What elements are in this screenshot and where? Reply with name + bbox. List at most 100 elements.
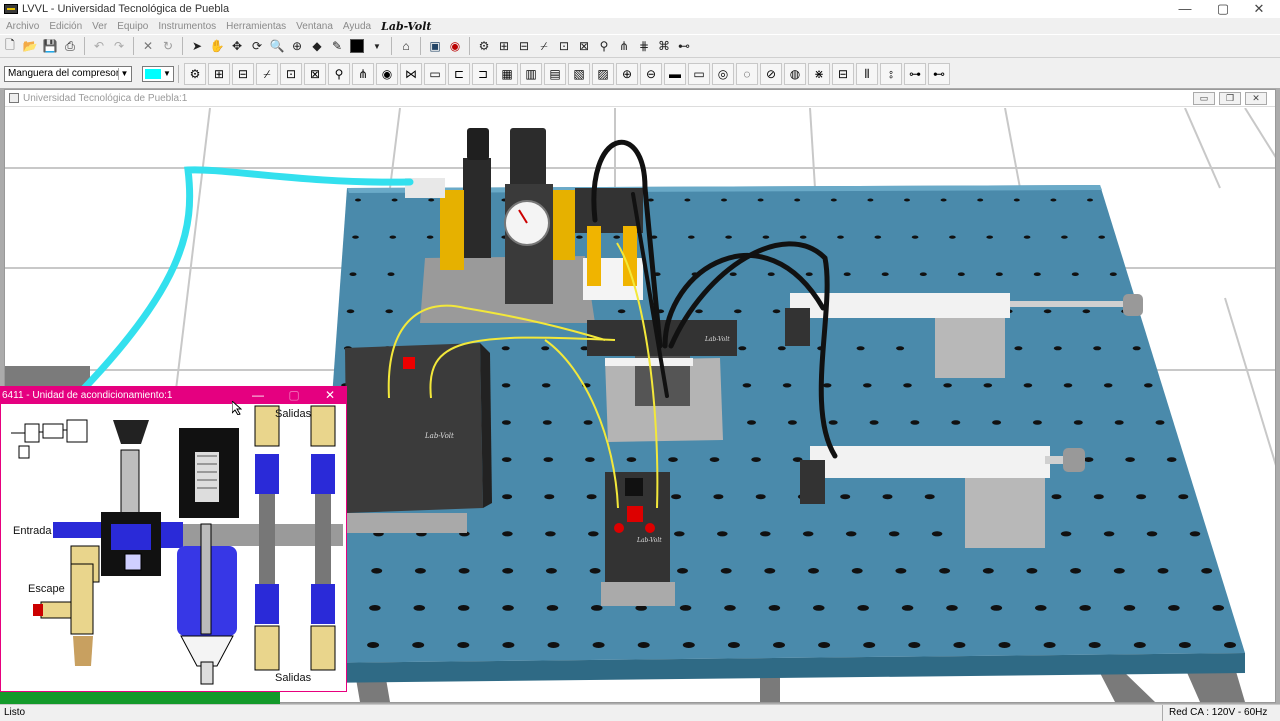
menu-equipo[interactable]: Equipo [117, 21, 148, 32]
workbench-hole [695, 309, 703, 314]
valve-icon[interactable]: ⌿ [535, 37, 553, 55]
workbench-hole [1212, 605, 1225, 611]
valve-icon[interactable]: ⚙ [475, 37, 493, 55]
print-icon[interactable]: ⎙ [61, 37, 79, 55]
component-icon[interactable]: ◌ [736, 63, 758, 85]
component-icon[interactable]: ◍ [784, 63, 806, 85]
panel-title: 6411 - Unidad de acondicionamiento:1 [2, 390, 173, 401]
component-icon[interactable]: ⊞ [208, 63, 230, 85]
workbench-hole [908, 642, 921, 648]
hose-color-select[interactable]: ▼ [142, 66, 174, 82]
menu-ver[interactable]: Ver [92, 21, 107, 32]
component-icon[interactable]: ⊐ [472, 63, 494, 85]
valve-icon[interactable]: ⊞ [495, 37, 513, 55]
valve-icon[interactable]: ⚲ [595, 37, 613, 55]
workbench-hole [768, 605, 781, 611]
workbench-hole [541, 383, 551, 388]
component-icon[interactable]: ⦀ [856, 63, 878, 85]
valve-icon[interactable]: ⊟ [515, 37, 533, 55]
component-icon[interactable]: ⚙ [184, 63, 206, 85]
component-icon[interactable]: ⊕ [616, 63, 638, 85]
doc-close-button[interactable]: ✕ [1245, 92, 1267, 105]
component-icon[interactable]: ▧ [568, 63, 590, 85]
component-icon[interactable]: ▤ [544, 63, 566, 85]
valve-icon[interactable]: ⌘ [655, 37, 673, 55]
undo-icon[interactable]: ↶ [90, 37, 108, 55]
redo-icon[interactable]: ↷ [110, 37, 128, 55]
color-picker[interactable] [348, 37, 366, 55]
pan-icon[interactable]: ✥ [228, 37, 246, 55]
green-status-strip [0, 692, 280, 704]
maximize-button[interactable]: ▢ [1208, 0, 1238, 18]
menu-ayuda[interactable]: Ayuda [343, 21, 371, 32]
workbench-hole [1082, 309, 1091, 314]
workbench-hole [977, 198, 984, 202]
home-icon[interactable]: ⌂ [397, 37, 415, 55]
component-icon[interactable]: ▭ [424, 63, 446, 85]
workbench-hole [713, 494, 724, 500]
component-icon[interactable]: ⚲ [328, 63, 350, 85]
component-icon[interactable]: ⌿ [256, 63, 278, 85]
component-icon[interactable]: ▥ [520, 63, 542, 85]
save-icon[interactable]: 💾 [41, 37, 59, 55]
component-icon[interactable]: ⊟ [232, 63, 254, 85]
paint-icon[interactable]: ◆ [308, 37, 326, 55]
workbench-hole [588, 531, 599, 537]
close-button[interactable]: ✕ [1244, 0, 1274, 18]
doc-restore-button[interactable]: ❐ [1219, 92, 1241, 105]
valve-icon[interactable]: ⊠ [575, 37, 593, 55]
panel-minimize-button[interactable]: — [241, 387, 275, 404]
minimize-button[interactable]: — [1170, 0, 1200, 18]
menu-instrumentos[interactable]: Instrumentos [158, 21, 216, 32]
menu-edicion[interactable]: Edición [49, 21, 82, 32]
component-icon[interactable]: ◉ [376, 63, 398, 85]
menu-herramientas[interactable]: Herramientas [226, 21, 286, 32]
dropper-icon[interactable]: ✎ [328, 37, 346, 55]
chevron-down-icon[interactable]: ▼ [368, 37, 386, 55]
refresh-icon[interactable]: ↻ [159, 37, 177, 55]
valve-icon[interactable]: ⊷ [675, 37, 693, 55]
component-icon[interactable]: ⋇ [808, 63, 830, 85]
component-icon[interactable]: ⋈ [400, 63, 422, 85]
component-icon[interactable]: ⊘ [760, 63, 782, 85]
menu-ventana[interactable]: Ventana [296, 21, 333, 32]
delete-icon[interactable]: ✕ [139, 37, 157, 55]
workbench-hole [586, 494, 597, 500]
monitor-icon[interactable]: ▣ [426, 37, 444, 55]
workbench-hole [412, 642, 425, 648]
panel-maximize-button[interactable]: ▢ [277, 387, 311, 404]
doc-minimize-button[interactable]: ▭ [1193, 92, 1215, 105]
zoom-icon[interactable]: 🔍 [268, 37, 286, 55]
component-icon[interactable]: ⋔ [352, 63, 374, 85]
component-icon[interactable]: ▬ [664, 63, 686, 85]
menu-archivo[interactable]: Archivo [6, 21, 39, 32]
hand-icon[interactable]: ✋ [208, 37, 226, 55]
conditioning-unit-panel[interactable]: 6411 - Unidad de acondicionamiento:1 — ▢… [0, 386, 347, 692]
component-icon[interactable]: ⊠ [304, 63, 326, 85]
component-icon[interactable]: ▦ [496, 63, 518, 85]
component-icon[interactable]: ⦂ [880, 63, 902, 85]
valve-icon[interactable]: ⋕ [635, 37, 653, 55]
valve-icon[interactable]: ⋔ [615, 37, 633, 55]
zoom-in-icon[interactable]: ⊕ [288, 37, 306, 55]
component-icon[interactable]: ⊏ [448, 63, 470, 85]
component-select[interactable]: Manguera del compresor ▼ [4, 66, 132, 82]
component-icon[interactable]: ▨ [592, 63, 614, 85]
component-icon[interactable]: ⊷ [928, 63, 950, 85]
new-file-icon[interactable]: 🗋 [1, 37, 19, 55]
workbench-hole [679, 605, 692, 611]
workbench-hole [684, 198, 691, 202]
rotate-icon[interactable]: ⟳ [248, 37, 266, 55]
component-icon[interactable]: ⊟ [832, 63, 854, 85]
record-icon[interactable]: ◉ [446, 37, 464, 55]
component-icon[interactable]: ▭ [688, 63, 710, 85]
status-bar: Listo Red CA : 120V - 60Hz [0, 704, 1280, 721]
component-icon[interactable]: ⊶ [904, 63, 926, 85]
valve-icon[interactable]: ⊡ [555, 37, 573, 55]
component-icon[interactable]: ◎ [712, 63, 734, 85]
pointer-icon[interactable]: ➤ [188, 37, 206, 55]
open-folder-icon[interactable]: 📂 [21, 37, 39, 55]
panel-close-button[interactable]: ✕ [313, 387, 347, 404]
component-icon[interactable]: ⊖ [640, 63, 662, 85]
component-icon[interactable]: ⊡ [280, 63, 302, 85]
